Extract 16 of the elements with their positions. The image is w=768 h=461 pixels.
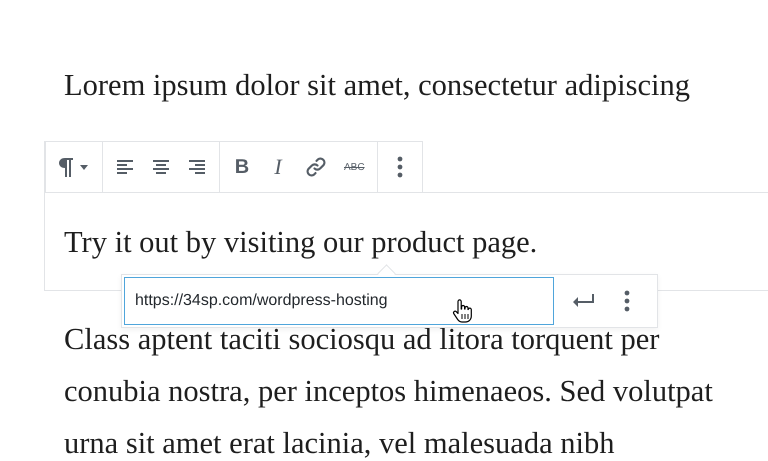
link-icon [304,155,328,179]
enter-icon [572,293,596,309]
url-input[interactable]: https://34sp.com/wordpress-hosting [124,277,554,325]
caret-icon [80,164,88,170]
bold-button[interactable]: B [224,147,260,187]
paragraph-icon [58,155,74,179]
paragraph-text: Lorem ipsum dolor sit amet, consectetur adipiscing [64,67,691,104]
align-center-icon [151,157,171,177]
more-icon [624,289,630,313]
paragraph-text: Try it out by visiting our product page. [64,224,538,261]
more-icon [396,155,403,179]
strikethrough-button[interactable]: ABC [336,147,373,187]
align-right-icon [187,157,207,177]
pointer-icon [452,299,474,323]
italic-button[interactable]: I [260,147,296,187]
align-left-icon [115,157,135,177]
